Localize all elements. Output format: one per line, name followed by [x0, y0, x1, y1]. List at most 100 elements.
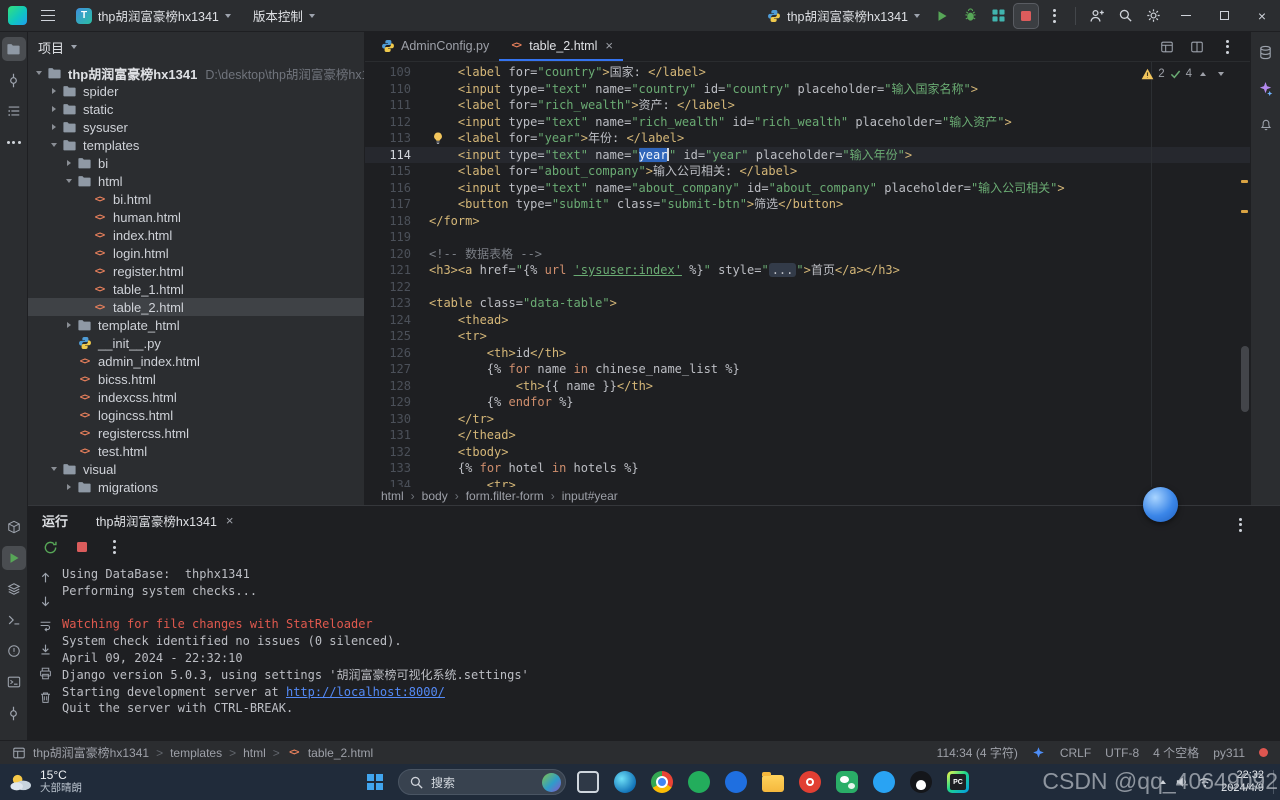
error-stripe[interactable]: [1238, 62, 1250, 487]
structure-tool-button[interactable]: [2, 99, 26, 123]
code-with-me-button[interactable]: [1084, 3, 1110, 29]
editor-layout-button[interactable]: [1154, 34, 1180, 60]
line-ending-selector[interactable]: CRLF: [1060, 746, 1091, 760]
code-line-117[interactable]: <button type="submit" class="submit-btn"…: [429, 196, 1250, 213]
code-line-109[interactable]: <label for="country">国家: </label>: [429, 64, 1250, 81]
editor-tab-AdminConfig.py[interactable]: AdminConfig.py: [371, 32, 499, 61]
maximize-button[interactable]: [1206, 0, 1242, 32]
line-number-132[interactable]: 132: [365, 444, 429, 461]
line-number-113[interactable]: 113: [365, 130, 429, 147]
project-widget-button[interactable]: T thp胡润富豪榜hx1341: [69, 3, 238, 28]
down-stack-trace-button[interactable]: [35, 592, 55, 610]
line-number-124[interactable]: 124: [365, 312, 429, 329]
line-number-129[interactable]: 129: [365, 394, 429, 411]
caret-position[interactable]: 114:34 (4 字符): [937, 744, 1018, 761]
version-control-tool-button[interactable]: [2, 701, 26, 725]
interpreter-selector[interactable]: py311: [1213, 746, 1245, 760]
status-path-segment[interactable]: table_2.html: [308, 746, 373, 760]
scroll-to-end-button[interactable]: [35, 640, 55, 658]
taskbar-app-wechat[interactable]: [833, 767, 861, 797]
line-number-116[interactable]: 116: [365, 180, 429, 197]
start-button[interactable]: [360, 767, 390, 797]
notifications-tool-button[interactable]: [1254, 112, 1278, 136]
code-line-119[interactable]: [429, 229, 1250, 246]
run-tab[interactable]: thp胡润富豪榜hx1341 ×: [96, 511, 233, 530]
tree-item-index.html[interactable]: <>index.html: [28, 226, 364, 244]
code-line-134[interactable]: <tr>: [429, 477, 1250, 488]
taskbar-app-chrome[interactable]: [648, 767, 676, 797]
clear-all-button[interactable]: [35, 688, 55, 706]
code-line-114[interactable]: <input type="text" name="year" id="year"…: [429, 147, 1250, 164]
taskbar-app-music[interactable]: [796, 767, 824, 797]
close-button[interactable]: ×: [1244, 0, 1280, 32]
line-number-128[interactable]: 128: [365, 378, 429, 395]
stop-console-button[interactable]: [72, 537, 92, 557]
line-number-121[interactable]: 121: [365, 262, 429, 279]
code-line-128[interactable]: <th>{{ name }}</th>: [429, 378, 1250, 395]
database-tool-button[interactable]: [1254, 40, 1278, 64]
code-line-132[interactable]: <tbody>: [429, 444, 1250, 461]
code-line-112[interactable]: <input type="text" name="rich_wealth" id…: [429, 114, 1250, 131]
line-number-120[interactable]: 120: [365, 246, 429, 263]
up-stack-trace-button[interactable]: [35, 568, 55, 586]
debug-button[interactable]: [957, 3, 983, 29]
tree-item-bi.html[interactable]: <>bi.html: [28, 190, 364, 208]
code-line-110[interactable]: <input type="text" name="country" id="co…: [429, 81, 1250, 98]
line-number-109[interactable]: 109: [365, 64, 429, 81]
tree-arrow-icon[interactable]: [62, 316, 76, 334]
code-line-129[interactable]: {% endfor %}: [429, 394, 1250, 411]
code-line-118[interactable]: </form>: [429, 213, 1250, 230]
commit-tool-button[interactable]: [2, 68, 26, 92]
scrollbar-thumb[interactable]: [1241, 346, 1249, 412]
problems-tool-button[interactable]: [2, 639, 26, 663]
taskbar-app-qq[interactable]: [907, 767, 935, 797]
code-line-113[interactable]: <label for="year">年份: </label>: [429, 130, 1250, 147]
tree-item-__init__.py[interactable]: __init__.py: [28, 334, 364, 352]
code-line-133[interactable]: {% for hotel in hotels %}: [429, 460, 1250, 477]
services-tool-button[interactable]: [2, 515, 26, 539]
indent-selector[interactable]: 4 个空格: [1153, 744, 1199, 761]
run-button[interactable]: [929, 3, 955, 29]
line-number-123[interactable]: 123: [365, 295, 429, 312]
line-number-111[interactable]: 111: [365, 97, 429, 114]
search-everywhere-button[interactable]: [1112, 3, 1138, 29]
python-packages-tool-button[interactable]: [2, 577, 26, 601]
tree-item-indexcss.html[interactable]: <>indexcss.html: [28, 388, 364, 406]
next-problem-button[interactable]: [1214, 67, 1228, 81]
tree-item-templates[interactable]: templates: [28, 136, 364, 154]
tree-item-registercss.html[interactable]: <>registercss.html: [28, 424, 364, 442]
code-line-115[interactable]: <label for="about_company">输入公司相关: </lab…: [429, 163, 1250, 180]
minimize-button[interactable]: [1168, 0, 1204, 32]
line-number-115[interactable]: 115: [365, 163, 429, 180]
warning-mark[interactable]: [1241, 210, 1248, 213]
tree-arrow-icon[interactable]: [62, 154, 76, 172]
tree-arrow-icon[interactable]: [47, 460, 61, 478]
taskbar-app-tim[interactable]: [870, 767, 898, 797]
line-number-134[interactable]: 134: [365, 477, 429, 488]
vcs-widget-button[interactable]: 版本控制: [246, 3, 322, 28]
project-panel-header[interactable]: 项目: [28, 32, 364, 62]
line-number-127[interactable]: 127: [365, 361, 429, 378]
editor-more-button[interactable]: [1214, 34, 1240, 60]
ai-assistant-tool-button[interactable]: [1254, 76, 1278, 100]
tree-arrow-icon[interactable]: [47, 136, 61, 154]
console-output[interactable]: Using DataBase: thphx1341Performing syst…: [62, 562, 1280, 740]
tree-item-sysuser[interactable]: sysuser: [28, 118, 364, 136]
terminal-tool-button[interactable]: [2, 670, 26, 694]
tree-item-thp胡润富豪榜hx1341[interactable]: thp胡润富豪榜hx1341D:\desktop\thp胡润富豪榜hx1341: [28, 64, 364, 82]
warning-mark[interactable]: [1241, 180, 1248, 183]
line-number-125[interactable]: 125: [365, 328, 429, 345]
soft-wrap-button[interactable]: [35, 616, 55, 634]
tree-item-register.html[interactable]: <>register.html: [28, 262, 364, 280]
code-line-126[interactable]: <th>id</th>: [429, 345, 1250, 362]
taskbar-app-green-app[interactable]: [685, 767, 713, 797]
run-tool-button[interactable]: [2, 546, 26, 570]
code-line-127[interactable]: {% for name in chinese_name_list %}: [429, 361, 1250, 378]
line-number-117[interactable]: 117: [365, 196, 429, 213]
split-editor-button[interactable]: [1184, 34, 1210, 60]
line-number-114[interactable]: 114: [365, 147, 429, 164]
code-line-124[interactable]: <thead>: [429, 312, 1250, 329]
tree-arrow-icon[interactable]: [47, 82, 61, 100]
code-line-116[interactable]: <input type="text" name="about_company" …: [429, 180, 1250, 197]
console-link[interactable]: http://localhost:8000/: [286, 685, 445, 699]
